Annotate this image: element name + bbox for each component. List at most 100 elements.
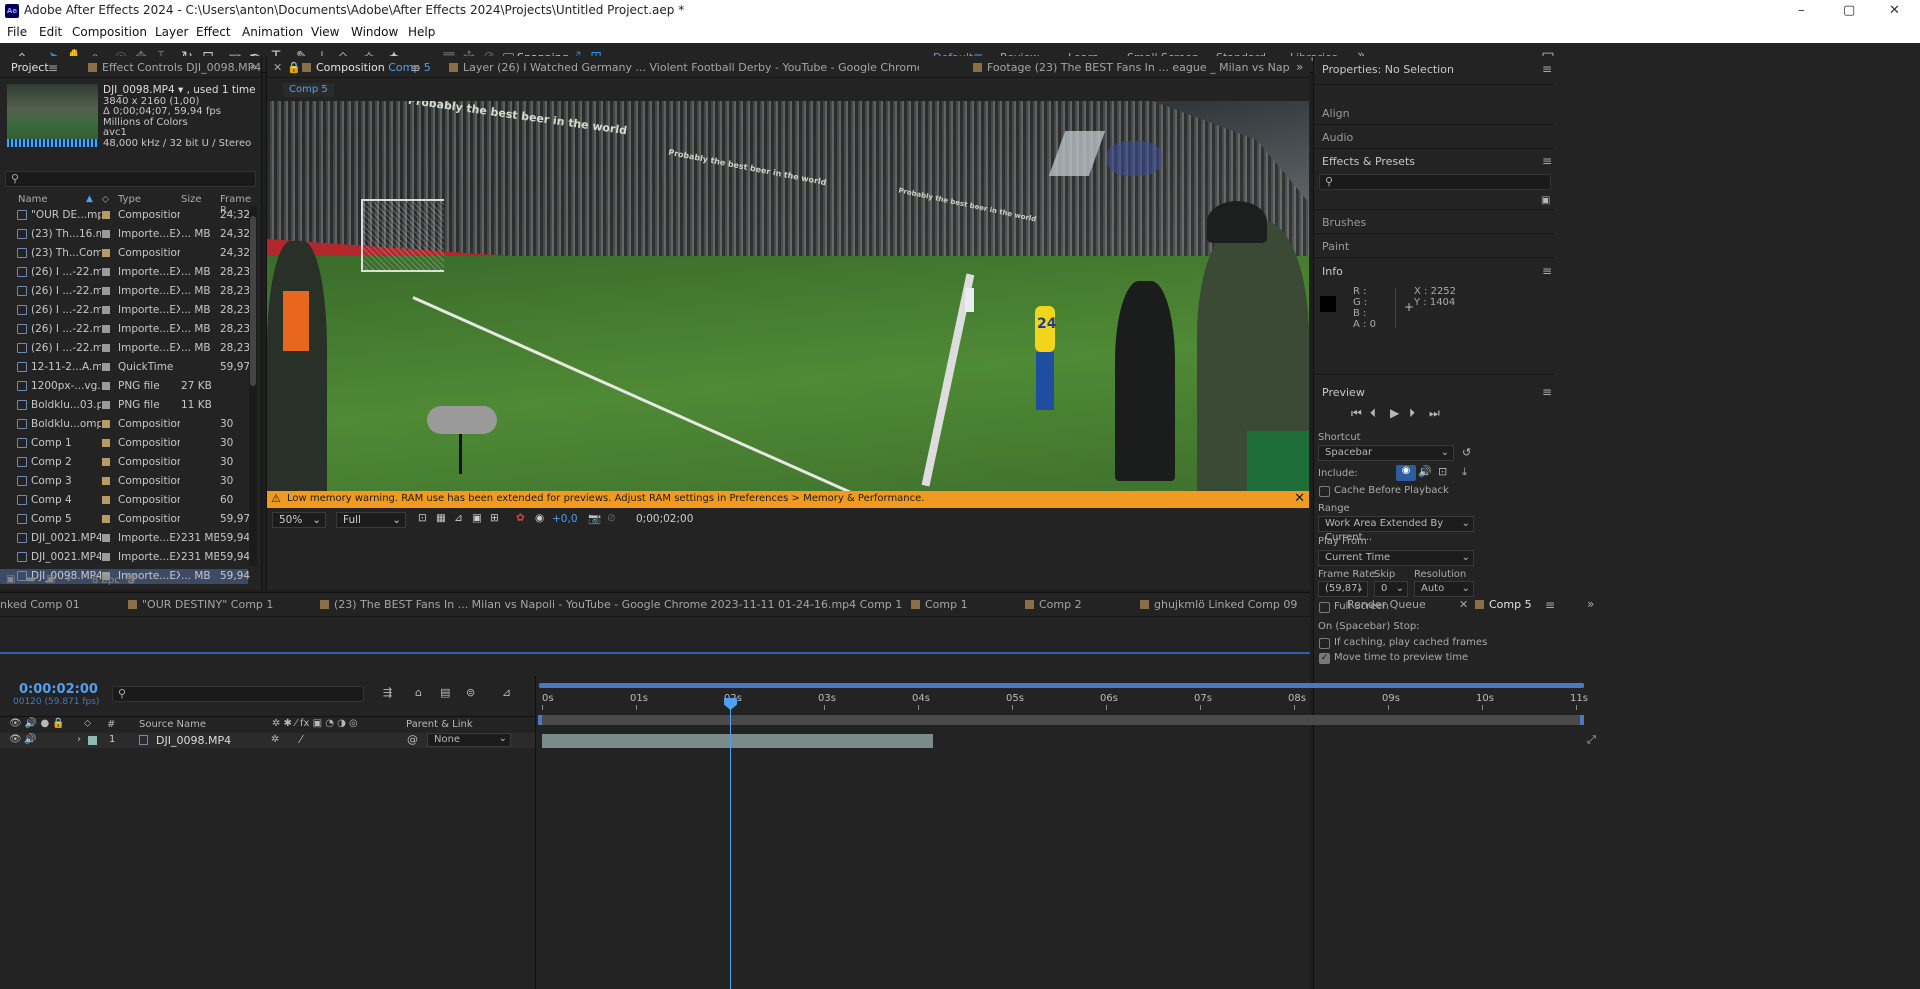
- playhead[interactable]: [724, 698, 737, 989]
- parent-link-header[interactable]: Parent & Link: [406, 719, 473, 730]
- audio-icon[interactable]: 🔊: [24, 734, 36, 745]
- new-folder-icon[interactable]: ▬: [26, 574, 35, 585]
- source-name-header[interactable]: Source Name: [139, 719, 206, 730]
- menu-window[interactable]: Window: [351, 25, 398, 39]
- audio-panel-header[interactable]: Audio: [1322, 131, 1353, 144]
- trash-icon[interactable]: 🗑: [125, 574, 138, 585]
- item-label-swatch[interactable]: [102, 401, 110, 409]
- timeline-search-input[interactable]: ⚲: [112, 686, 364, 702]
- snapshot-icon[interactable]: 📷: [588, 512, 601, 525]
- project-item-row[interactable]: "OUR DE...mp 1 Composition 24,32: [0, 208, 250, 223]
- layer-name[interactable]: DJI_0098.MP4: [156, 734, 231, 747]
- last-frame-icon[interactable]: ⏭: [1429, 406, 1440, 421]
- region-of-interest-icon[interactable]: ▣: [472, 512, 482, 524]
- project-item-row[interactable]: 12-11-2...A.mov QuickTime 59,971: [0, 360, 250, 375]
- timeline-zoom-icon[interactable]: ⤢: [1587, 733, 1596, 747]
- output-settings-icon[interactable]: ⤓: [1462, 465, 1467, 479]
- channels-icon[interactable]: ✿: [516, 512, 525, 524]
- project-item-row[interactable]: Comp 4 Composition 60: [0, 493, 248, 508]
- close-warning-icon[interactable]: ✕: [1294, 491, 1305, 506]
- magnification-dropdown[interactable]: 50% ⌄: [272, 512, 326, 528]
- reset-shortcut-icon[interactable]: ↺: [1462, 446, 1471, 459]
- new-preset-icon[interactable]: ▣: [1541, 195, 1550, 206]
- tab-comp-1[interactable]: Comp 1: [911, 598, 968, 611]
- footage-name[interactable]: DJI_0098.MP4 ▾ , used 1 time: [103, 84, 256, 96]
- item-label-swatch[interactable]: [102, 420, 110, 428]
- project-item-row[interactable]: (26) I ...-22.mp4 Importe...EX... MB 28,23…: [0, 284, 250, 299]
- maximize-button[interactable]: ▢: [1843, 3, 1855, 18]
- shy-layers-icon[interactable]: ▤: [440, 686, 450, 699]
- tab-linked-comp-09[interactable]: ghujkmlö Linked Comp 09: [1140, 598, 1297, 611]
- grid-guides-icon[interactable]: ⊞: [490, 512, 499, 524]
- move-time-checkbox[interactable]: ✓: [1319, 653, 1330, 664]
- cache-before-playback-checkbox[interactable]: [1319, 486, 1330, 497]
- item-label-swatch[interactable]: [102, 230, 110, 238]
- item-label-swatch[interactable]: [102, 515, 110, 523]
- tab-footage[interactable]: Footage (23) The BEST Fans In ... eague …: [973, 61, 1289, 74]
- frame-blending-icon[interactable]: ⊜: [466, 686, 475, 699]
- comp-viewer[interactable]: Probably the best beer in the world Prob…: [267, 101, 1309, 508]
- expand-layer-icon[interactable]: ›: [77, 734, 81, 745]
- menu-effect[interactable]: Effect: [196, 25, 231, 39]
- parent-dropdown[interactable]: None ⌄: [427, 733, 511, 747]
- effects-menu-icon[interactable]: ≡: [1542, 154, 1552, 168]
- tab-comp-2[interactable]: Comp 2: [1025, 598, 1082, 611]
- bit-depth-button[interactable]: 8 bpc: [92, 575, 120, 586]
- item-label-swatch[interactable]: [102, 249, 110, 257]
- item-label-swatch[interactable]: [102, 534, 110, 542]
- close-tab-icon[interactable]: ✕: [1459, 598, 1468, 611]
- project-item-row[interactable]: (26) I ...-22.mp4 Importe...EX... MB 28,23…: [0, 303, 250, 318]
- item-label-swatch[interactable]: [102, 211, 110, 219]
- tab-render-queue[interactable]: Render Queue: [1347, 598, 1426, 611]
- project-search-input[interactable]: ⚲: [5, 171, 256, 187]
- range-dropdown[interactable]: Work Area Extended By Current... ⌄: [1318, 516, 1474, 543]
- project-item-row[interactable]: Comp 5 Composition 59,971: [0, 512, 250, 527]
- item-label-swatch[interactable]: [102, 496, 110, 504]
- project-item-row[interactable]: (26) I ...-22.mp4 Importe...EX... MB 28,23…: [0, 265, 250, 280]
- composition-menu-icon[interactable]: ≡: [410, 61, 420, 75]
- fast-previews-icon[interactable]: ⊡: [418, 512, 427, 524]
- shortcut-dropdown[interactable]: Spacebar ⌄: [1318, 445, 1454, 461]
- viewer-overflow-icon[interactable]: »: [1296, 60, 1303, 74]
- project-item-row[interactable]: (26) I ...-22.mp4 Importe...EX... MB 28,23…: [0, 322, 250, 337]
- work-area-bar[interactable]: [538, 715, 1584, 725]
- time-ruler[interactable]: 0s01s02s03s04s05s06s07s08s09s10s11s: [538, 690, 1588, 710]
- skip-dropdown[interactable]: 0 ⌄: [1374, 581, 1408, 597]
- resolution-dropdown[interactable]: Auto ⌄: [1414, 581, 1474, 597]
- project-item-row[interactable]: Comp 3 Composition 30: [0, 474, 248, 489]
- exposure-value[interactable]: +0,0: [552, 513, 578, 525]
- first-frame-icon[interactable]: ⏮: [1351, 406, 1362, 421]
- menu-layer[interactable]: Layer: [155, 25, 188, 39]
- item-label-swatch[interactable]: [102, 363, 110, 371]
- item-label-swatch[interactable]: [102, 325, 110, 333]
- preview-menu-icon[interactable]: ≡: [1542, 385, 1552, 399]
- menu-edit[interactable]: Edit: [39, 25, 62, 39]
- tab-linked-comp-01[interactable]: nked Comp 01: [0, 598, 80, 611]
- frame-rate-dropdown[interactable]: (59,87) ⌄: [1318, 581, 1368, 597]
- graph-editor-icon[interactable]: ⊿: [502, 686, 511, 699]
- interpret-footage-icon[interactable]: ▣: [6, 574, 15, 585]
- resolution-dropdown[interactable]: Full ⌄: [336, 512, 406, 528]
- project-item-row[interactable]: DJI_0021.MP4 Importe...EX 231 MB 59,94: [0, 550, 250, 565]
- tab-effect-controls[interactable]: Effect Controls DJI_0098.MP4: [88, 61, 261, 74]
- include-audio-icon[interactable]: 🔊: [1418, 465, 1432, 478]
- time-navigator-range[interactable]: [539, 683, 1584, 688]
- project-item-row[interactable]: 1200px-...vg.png PNG file 27 KB: [0, 379, 248, 394]
- menu-file[interactable]: File: [7, 25, 27, 39]
- new-composition-icon[interactable]: ▣: [46, 574, 55, 585]
- paint-panel-header[interactable]: Paint: [1322, 240, 1349, 253]
- menu-view[interactable]: View: [311, 25, 339, 39]
- brushes-panel-header[interactable]: Brushes: [1322, 216, 1366, 229]
- timeline-layer-row[interactable]: 👁 🔊 › 1 DJI_0098.MP4 ✲ ⁄ @ None ⌄: [0, 733, 535, 748]
- project-item-row[interactable]: Comp 1 Composition 30: [0, 436, 248, 451]
- layer-label-swatch[interactable]: [88, 736, 97, 745]
- align-panel-header[interactable]: Align: [1322, 107, 1350, 120]
- show-snapshot-icon[interactable]: ⊘: [607, 512, 616, 524]
- item-label-swatch[interactable]: [102, 458, 110, 466]
- project-item-row[interactable]: (23) Th...Comp 1 Composition 24,32: [0, 246, 250, 261]
- layer-duration-bar[interactable]: [542, 734, 933, 748]
- draft-3d-icon[interactable]: ⌂: [415, 686, 422, 699]
- collapse-switch-icon[interactable]: ✲: [271, 734, 279, 745]
- transparency-grid-icon[interactable]: ▦: [436, 512, 446, 524]
- col-size[interactable]: Size: [181, 194, 202, 205]
